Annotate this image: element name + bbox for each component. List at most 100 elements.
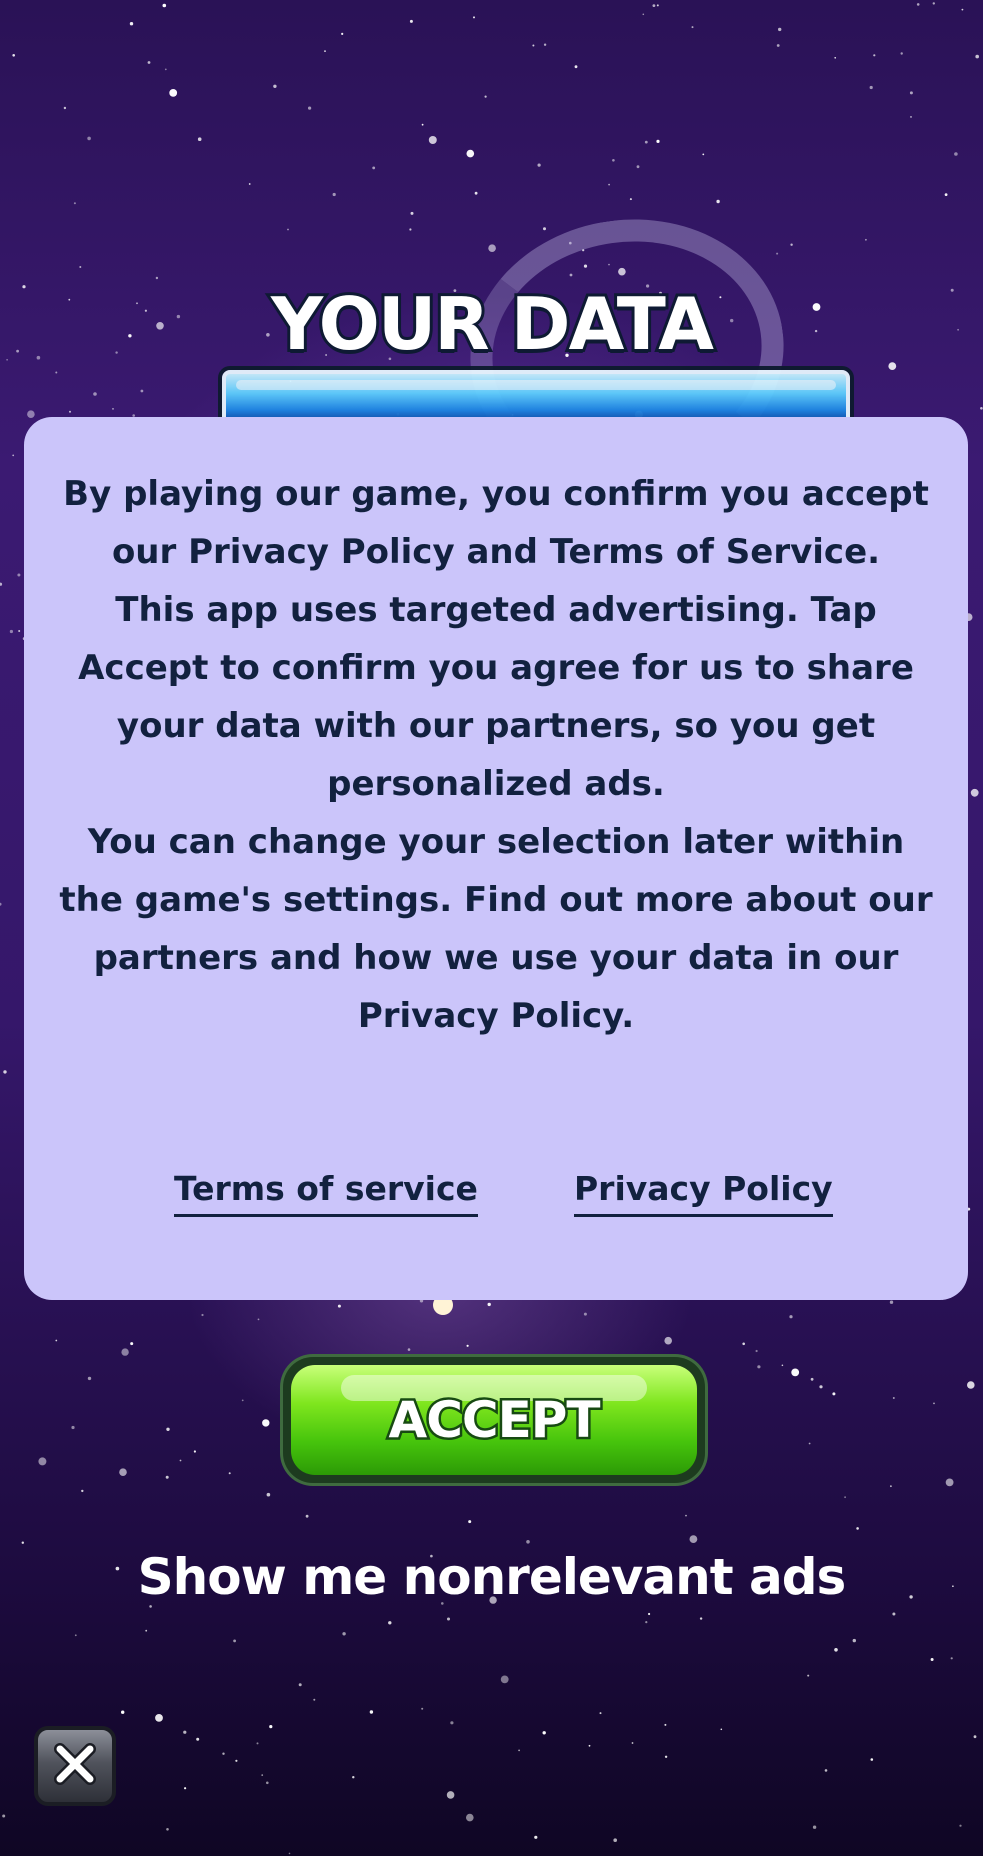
star: [487, 1302, 491, 1307]
star: [892, 1397, 895, 1399]
star: [2, 1814, 6, 1818]
star: [193, 1450, 196, 1453]
star: [145, 1629, 148, 1632]
star: [169, 89, 178, 97]
star: [636, 165, 640, 169]
star: [534, 1835, 538, 1839]
star: [699, 1617, 703, 1620]
star: [542, 1731, 546, 1735]
star: [341, 32, 344, 36]
star: [166, 1828, 169, 1831]
star: [933, 1402, 935, 1405]
star: [664, 1755, 668, 1759]
star: [873, 54, 876, 57]
star: [980, 407, 983, 410]
star: [757, 1365, 761, 1369]
star: [810, 1377, 814, 1381]
star: [652, 4, 656, 7]
star: [0, 582, 3, 586]
star: [305, 1514, 309, 1518]
star: [543, 43, 547, 46]
star: [888, 362, 897, 370]
star: [262, 1419, 270, 1427]
star: [474, 191, 478, 195]
star: [342, 1632, 346, 1636]
star: [543, 227, 546, 231]
star: [900, 52, 903, 55]
star: [71, 1425, 75, 1430]
star: [410, 211, 414, 215]
terms-of-service-link[interactable]: Terms of service: [174, 1169, 478, 1217]
accept-button[interactable]: ACCEPT: [283, 1357, 705, 1483]
star: [808, 1442, 811, 1445]
star: [372, 166, 376, 170]
page-title: YOUR DATA: [268, 282, 717, 366]
accept-button-label: ACCEPT: [386, 1389, 603, 1452]
star: [450, 1721, 454, 1725]
star: [79, 266, 82, 268]
star: [950, 1657, 953, 1660]
star: [959, 1824, 962, 1827]
star: [473, 16, 475, 19]
star: [93, 392, 97, 396]
star: [781, 1364, 784, 1367]
star: [421, 1707, 424, 1710]
star: [179, 1459, 182, 1462]
star: [18, 630, 21, 632]
star: [222, 1752, 225, 1755]
star: [74, 1634, 77, 1637]
star: [656, 139, 660, 143]
star: [824, 1769, 828, 1772]
star: [27, 410, 35, 419]
star: [588, 1744, 591, 1747]
star: [812, 1825, 817, 1829]
star: [87, 136, 91, 141]
star: [656, 4, 659, 7]
consent-paragraph-ads: This app uses targeted advertising. Tap …: [78, 590, 914, 804]
star: [844, 1496, 846, 1499]
star: [428, 136, 437, 144]
star: [140, 389, 144, 393]
star: [532, 44, 535, 47]
close-icon: [52, 1741, 98, 1791]
star: [12, 454, 15, 457]
star: [631, 1742, 634, 1744]
star: [409, 228, 412, 231]
star: [930, 1658, 934, 1661]
accept-button-face: ACCEPT: [291, 1365, 697, 1475]
star: [973, 1735, 977, 1739]
star: [184, 1787, 187, 1790]
star: [807, 1674, 810, 1677]
star: [691, 26, 694, 29]
star: [287, 228, 289, 231]
star: [166, 1427, 170, 1432]
star: [162, 3, 167, 8]
star: [889, 1300, 894, 1304]
star: [916, 3, 920, 6]
nonrelevant-ads-button[interactable]: Show me nonrelevant ads: [0, 1548, 983, 1606]
star: [466, 1813, 474, 1822]
star: [73, 202, 76, 205]
star: [256, 1742, 259, 1745]
star: [961, 8, 964, 11]
star: [856, 1527, 859, 1530]
star: [147, 61, 151, 64]
star: [518, 1749, 520, 1752]
star: [648, 1612, 651, 1616]
star: [201, 1313, 204, 1317]
star: [526, 1540, 530, 1544]
star: [664, 1723, 667, 1726]
consent-paragraph-settings: You can change your selection later with…: [59, 822, 933, 1036]
star: [266, 1781, 269, 1785]
privacy-policy-link[interactable]: Privacy Policy: [574, 1169, 833, 1217]
star: [0, 902, 2, 906]
close-button[interactable]: [34, 1726, 116, 1806]
star: [834, 57, 836, 59]
star: [12, 54, 15, 57]
star: [716, 199, 720, 204]
star: [81, 1489, 84, 1493]
star: [954, 152, 958, 156]
star: [337, 1304, 341, 1308]
star: [645, 1621, 648, 1624]
star: [388, 1621, 392, 1625]
